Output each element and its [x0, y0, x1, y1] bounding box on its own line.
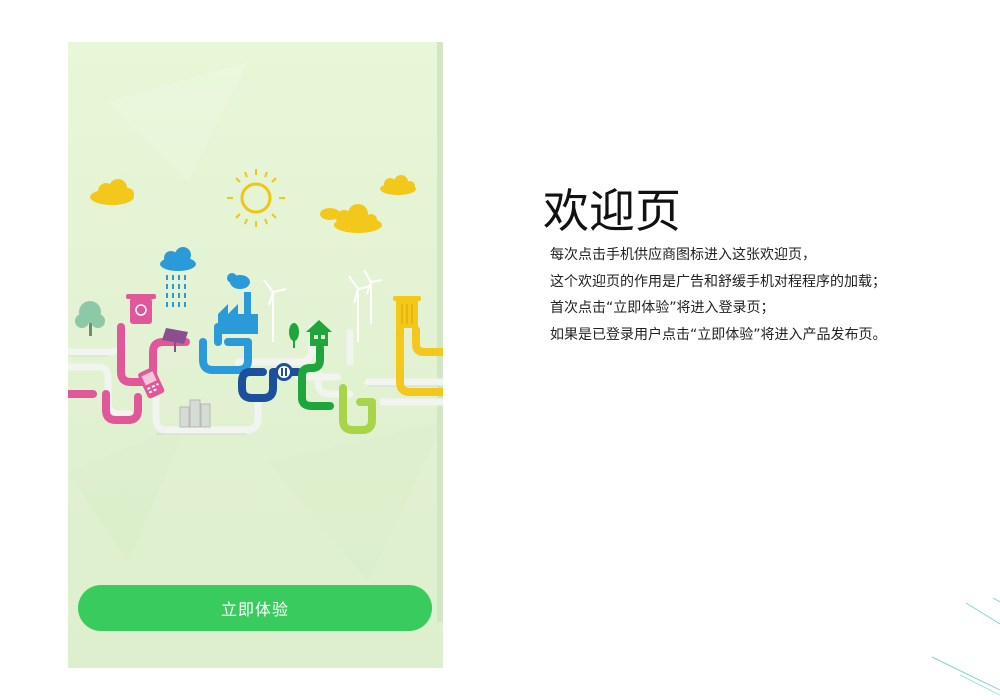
corner-decoration	[931, 597, 1000, 696]
